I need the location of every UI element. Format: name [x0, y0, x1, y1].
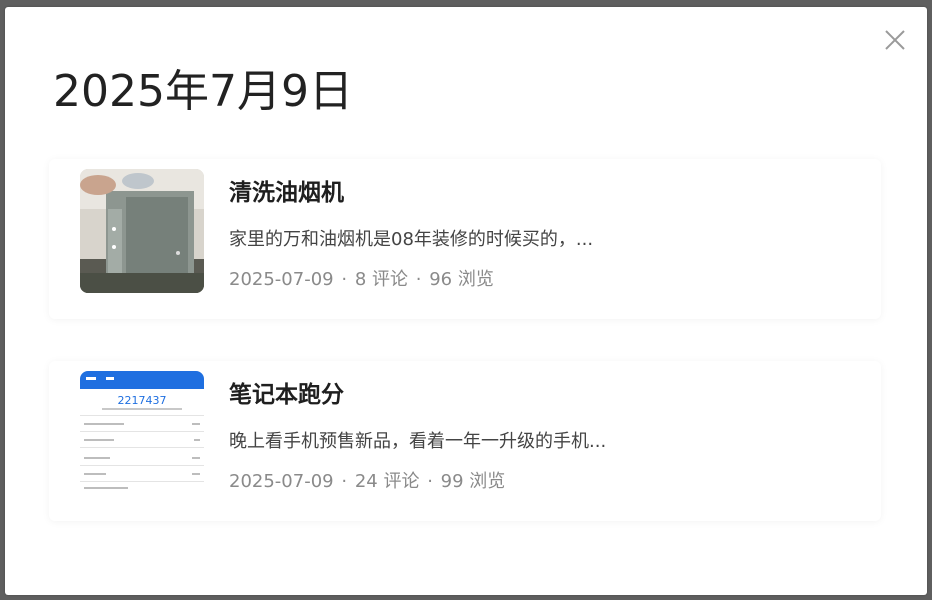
meta-separator: · [341, 269, 348, 290]
post-comments-count: 8 评论 [354, 269, 408, 290]
post-comments-count: 24 评论 [354, 471, 420, 492]
date-posts-dialog: 2025年7月9日 清洗油烟机 家里的万和油烟机是08年装修的时候买的，... … [5, 7, 927, 595]
close-button[interactable] [881, 26, 909, 54]
post-thumbnail[interactable] [80, 169, 204, 293]
post-date: 2025-07-09 [229, 471, 334, 492]
post-card[interactable]: 2217437 笔记本跑分 晚上看手机预售新品，看着一年一升级的手机... 20… [49, 361, 881, 521]
post-thumbnail[interactable]: 2217437 [80, 371, 204, 495]
post-meta: 2025-07-09 · 8 评论 · 96 浏览 [229, 265, 494, 291]
benchmark-score: 2217437 [118, 394, 167, 407]
dialog-date-title: 2025年7月9日 [53, 66, 353, 117]
post-title[interactable]: 笔记本跑分 [229, 375, 344, 409]
meta-separator: · [341, 471, 348, 492]
meta-separator: · [427, 471, 433, 492]
range-hood-photo-icon [80, 169, 204, 293]
post-views-count: 96 浏览 [429, 269, 494, 290]
meta-separator: · [415, 269, 422, 290]
post-meta: 2025-07-09 · 24 评论 · 99 浏览 [229, 467, 505, 493]
post-date: 2025-07-09 [229, 269, 334, 290]
post-excerpt: 家里的万和油烟机是08年装修的时候买的，... [229, 229, 594, 250]
post-views-count: 99 浏览 [440, 471, 506, 492]
close-icon [885, 30, 905, 50]
post-card[interactable]: 清洗油烟机 家里的万和油烟机是08年装修的时候买的，... 2025-07-09… [49, 159, 881, 319]
post-excerpt: 晚上看手机预售新品，看着一年一升级的手机... [229, 431, 607, 452]
post-title[interactable]: 清洗油烟机 [229, 173, 344, 207]
benchmark-screenshot-icon: 2217437 [80, 371, 204, 495]
